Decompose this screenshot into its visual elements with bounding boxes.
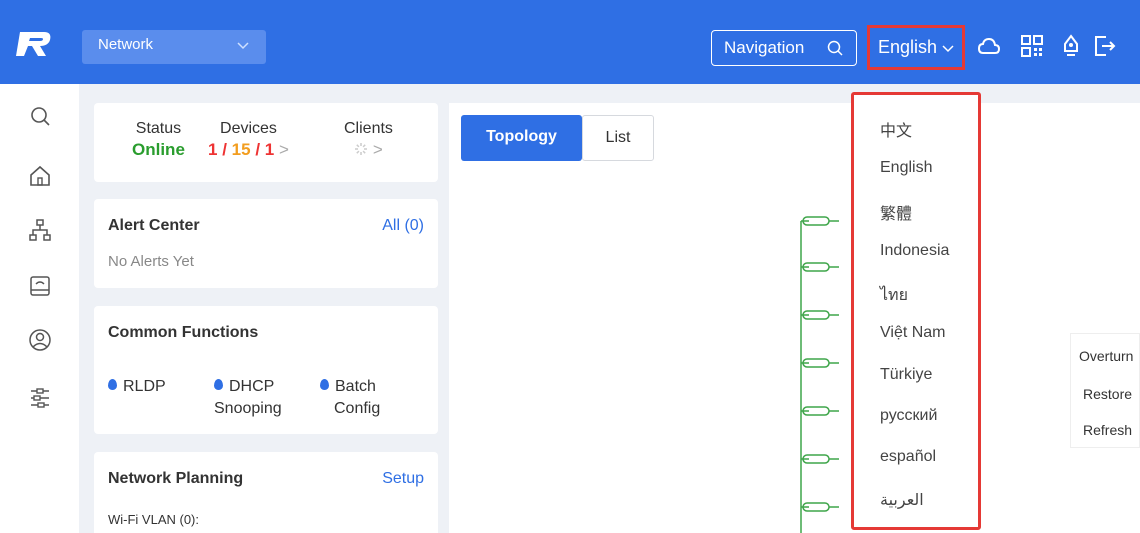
network-planning-card: Network Planning Setup Wi-Fi VLAN (0): bbox=[94, 452, 438, 533]
home-icon[interactable] bbox=[28, 164, 52, 188]
language-button[interactable]: English bbox=[867, 25, 965, 70]
language-dropdown: 中文 English 繁體 Indonesia ไทย Việt Nam Tür… bbox=[851, 92, 981, 530]
common-functions-title: Common Functions bbox=[108, 324, 259, 341]
logout-icon[interactable] bbox=[1092, 34, 1116, 58]
qr-code-icon[interactable] bbox=[1020, 34, 1044, 58]
search-icon[interactable] bbox=[28, 104, 52, 128]
language-option-turkish[interactable]: Türkiye bbox=[880, 366, 932, 384]
devices-column[interactable]: Devices 1 / 15 / 1 > bbox=[208, 120, 289, 160]
topology-actions-menu: Overturn Restore Refresh bbox=[1070, 333, 1140, 448]
navigation-label: Navigation bbox=[724, 38, 805, 57]
clients-value[interactable]: > bbox=[344, 140, 393, 160]
language-option-chinese-traditional[interactable]: 繁體 bbox=[880, 200, 912, 224]
project-select[interactable]: Network bbox=[82, 30, 266, 64]
alert-center-title: Alert Center bbox=[108, 217, 200, 234]
alert-center-card: Alert Center All (0) No Alerts Yet bbox=[94, 199, 438, 288]
top-bar: Network Navigation English bbox=[0, 0, 1140, 84]
status-card: Status Online Devices 1 / 15 / 1 > Clien… bbox=[94, 103, 438, 182]
function-batch-config[interactable]: Batch Config bbox=[320, 376, 380, 420]
overturn-button[interactable]: Overturn bbox=[1079, 348, 1133, 364]
tab-topology[interactable]: Topology bbox=[461, 115, 582, 161]
chevron-down-icon bbox=[237, 42, 249, 50]
network-planning-title: Network Planning bbox=[108, 470, 244, 487]
location-pin-icon bbox=[214, 379, 223, 390]
settings-sliders-icon[interactable] bbox=[28, 386, 52, 410]
topology-graph[interactable] bbox=[789, 203, 849, 533]
function-rldp[interactable]: RLDP bbox=[108, 376, 166, 398]
rocket-icon[interactable] bbox=[1059, 34, 1083, 58]
alert-empty-message: No Alerts Yet bbox=[108, 253, 194, 270]
network-planning-setup-link[interactable]: Setup bbox=[382, 470, 424, 488]
devices-total-count: 15 bbox=[231, 140, 251, 159]
devices-alert-count: 1 bbox=[264, 140, 275, 159]
wifi-vlan-label: Wi-Fi VLAN (0): bbox=[108, 512, 199, 527]
cloud-icon[interactable] bbox=[977, 34, 1001, 58]
search-icon bbox=[827, 40, 843, 56]
chevron-right-icon: > bbox=[279, 140, 289, 159]
language-label: English bbox=[878, 37, 938, 57]
function-dhcp-snooping[interactable]: DHCP Snooping bbox=[214, 376, 282, 420]
devices-value[interactable]: 1 / 15 / 1 > bbox=[208, 140, 289, 160]
clients-label: Clients bbox=[344, 120, 393, 137]
language-option-english[interactable]: English bbox=[880, 159, 932, 177]
project-select-label: Network bbox=[98, 36, 154, 53]
clients-column[interactable]: Clients > bbox=[344, 120, 393, 160]
devices-offline-count: 1 bbox=[208, 140, 218, 159]
language-option-spanish[interactable]: español bbox=[880, 448, 936, 466]
tab-list[interactable]: List bbox=[582, 115, 654, 161]
alert-all-link[interactable]: All (0) bbox=[382, 217, 424, 235]
common-functions-card: Common Functions RLDP DHCP Snooping Batc… bbox=[94, 306, 438, 434]
language-option-indonesian[interactable]: Indonesia bbox=[880, 242, 949, 260]
refresh-button[interactable]: Refresh bbox=[1083, 422, 1132, 438]
chevron-right-icon: > bbox=[372, 140, 383, 159]
topology-panel: Topology List bbox=[449, 103, 1140, 533]
language-option-arabic[interactable]: العربية bbox=[880, 490, 924, 510]
navigation-button[interactable]: Navigation bbox=[711, 30, 857, 66]
location-pin-icon bbox=[108, 379, 117, 390]
language-option-thai[interactable]: ไทย bbox=[880, 283, 908, 308]
language-option-vietnamese[interactable]: Việt Nam bbox=[880, 324, 946, 342]
side-navigation bbox=[0, 84, 79, 533]
chevron-down-icon bbox=[942, 45, 954, 53]
status-label: Status bbox=[135, 120, 182, 137]
language-option-chinese-simplified[interactable]: 中文 bbox=[880, 117, 912, 141]
loading-spinner-icon bbox=[355, 143, 368, 155]
ruijie-logo[interactable] bbox=[14, 30, 54, 58]
language-option-russian[interactable]: русский bbox=[880, 407, 937, 425]
restore-button[interactable]: Restore bbox=[1083, 386, 1132, 402]
devices-label: Devices bbox=[220, 120, 277, 137]
device-icon[interactable] bbox=[28, 274, 52, 298]
topology-icon[interactable] bbox=[28, 218, 52, 242]
user-icon[interactable] bbox=[28, 328, 52, 352]
status-value: Online bbox=[132, 140, 185, 159]
status-column: Status Online bbox=[132, 120, 185, 160]
location-pin-icon bbox=[320, 379, 329, 390]
